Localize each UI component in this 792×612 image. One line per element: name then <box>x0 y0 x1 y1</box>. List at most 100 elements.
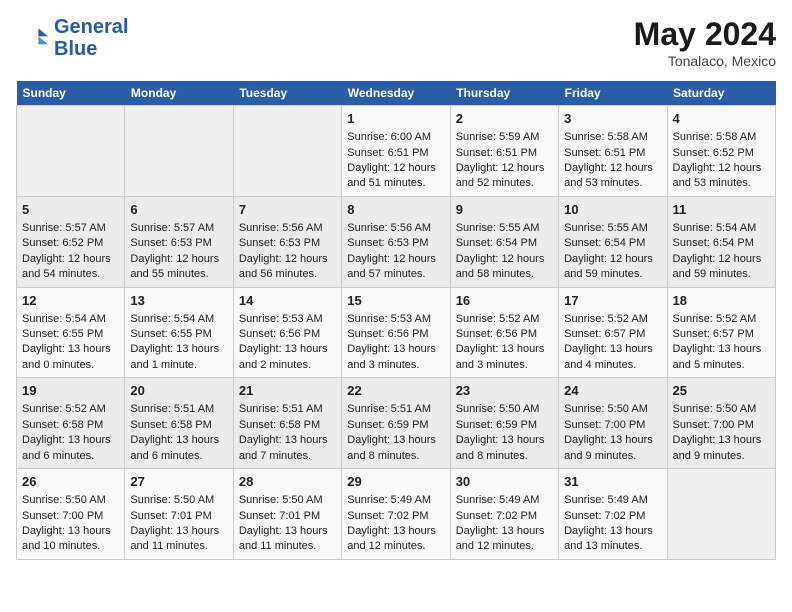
day-info: Sunset: 6:56 PM <box>456 327 553 342</box>
day-info: Daylight: 13 hours <box>347 342 444 357</box>
day-info: Sunrise: 5:52 AM <box>564 312 661 327</box>
day-number: 27 <box>130 473 227 491</box>
location: Tonalaco, Mexico <box>634 53 776 69</box>
day-info: Sunrise: 5:50 AM <box>22 493 119 508</box>
page-header: General Blue May 2024 Tonalaco, Mexico <box>16 16 776 69</box>
day-info: and 3 minutes. <box>347 358 444 373</box>
day-info: Sunrise: 5:50 AM <box>130 493 227 508</box>
day-number: 19 <box>22 382 119 400</box>
day-info: Daylight: 13 hours <box>564 524 661 539</box>
day-info: Sunset: 6:57 PM <box>564 327 661 342</box>
week-row-1: 1Sunrise: 6:00 AMSunset: 6:51 PMDaylight… <box>17 106 776 197</box>
day-info: Daylight: 13 hours <box>564 342 661 357</box>
calendar-cell: 20Sunrise: 5:51 AMSunset: 6:58 PMDayligh… <box>125 378 233 469</box>
calendar-cell: 16Sunrise: 5:52 AMSunset: 6:56 PMDayligh… <box>450 287 558 378</box>
calendar-cell: 15Sunrise: 5:53 AMSunset: 6:56 PMDayligh… <box>342 287 450 378</box>
day-info: Daylight: 12 hours <box>673 252 770 267</box>
day-number: 4 <box>673 110 770 128</box>
day-info: Sunrise: 5:52 AM <box>456 312 553 327</box>
calendar-cell: 21Sunrise: 5:51 AMSunset: 6:58 PMDayligh… <box>233 378 341 469</box>
day-info: and 12 minutes. <box>456 539 553 554</box>
day-number: 16 <box>456 292 553 310</box>
week-row-5: 26Sunrise: 5:50 AMSunset: 7:00 PMDayligh… <box>17 469 776 560</box>
day-number: 9 <box>456 201 553 219</box>
calendar-cell <box>125 106 233 197</box>
calendar-table: SundayMondayTuesdayWednesdayThursdayFrid… <box>16 81 776 560</box>
day-info: Daylight: 13 hours <box>130 524 227 539</box>
day-info: Sunrise: 5:56 AM <box>347 221 444 236</box>
day-number: 20 <box>130 382 227 400</box>
day-info: Sunrise: 5:51 AM <box>239 402 336 417</box>
calendar-cell: 27Sunrise: 5:50 AMSunset: 7:01 PMDayligh… <box>125 469 233 560</box>
day-info: Daylight: 13 hours <box>239 433 336 448</box>
day-info: and 8 minutes. <box>347 449 444 464</box>
day-info: Sunset: 6:57 PM <box>673 327 770 342</box>
calendar-cell <box>17 106 125 197</box>
day-info: and 7 minutes. <box>239 449 336 464</box>
day-info: Sunrise: 5:54 AM <box>130 312 227 327</box>
calendar-cell: 18Sunrise: 5:52 AMSunset: 6:57 PMDayligh… <box>667 287 775 378</box>
day-info: and 55 minutes. <box>130 267 227 282</box>
day-number: 3 <box>564 110 661 128</box>
calendar-cell: 31Sunrise: 5:49 AMSunset: 7:02 PMDayligh… <box>559 469 667 560</box>
calendar-cell: 10Sunrise: 5:55 AMSunset: 6:54 PMDayligh… <box>559 196 667 287</box>
day-info: Daylight: 12 hours <box>456 252 553 267</box>
calendar-cell: 28Sunrise: 5:50 AMSunset: 7:01 PMDayligh… <box>233 469 341 560</box>
day-info: and 59 minutes. <box>673 267 770 282</box>
calendar-cell: 26Sunrise: 5:50 AMSunset: 7:00 PMDayligh… <box>17 469 125 560</box>
day-info: and 52 minutes. <box>456 176 553 191</box>
calendar-cell <box>233 106 341 197</box>
day-info: Sunset: 6:55 PM <box>130 327 227 342</box>
day-info: Daylight: 12 hours <box>130 252 227 267</box>
calendar-cell: 7Sunrise: 5:56 AMSunset: 6:53 PMDaylight… <box>233 196 341 287</box>
day-info: Sunset: 6:51 PM <box>564 146 661 161</box>
calendar-cell: 25Sunrise: 5:50 AMSunset: 7:00 PMDayligh… <box>667 378 775 469</box>
day-number: 23 <box>456 382 553 400</box>
day-number: 21 <box>239 382 336 400</box>
calendar-cell: 13Sunrise: 5:54 AMSunset: 6:55 PMDayligh… <box>125 287 233 378</box>
day-info: Sunset: 6:52 PM <box>673 146 770 161</box>
day-info: and 53 minutes. <box>673 176 770 191</box>
calendar-cell: 12Sunrise: 5:54 AMSunset: 6:55 PMDayligh… <box>17 287 125 378</box>
day-info: and 11 minutes. <box>239 539 336 554</box>
day-info: Daylight: 12 hours <box>564 161 661 176</box>
day-number: 25 <box>673 382 770 400</box>
day-header-thursday: Thursday <box>450 81 558 106</box>
day-info: Sunset: 7:02 PM <box>347 509 444 524</box>
day-info: Sunrise: 6:00 AM <box>347 130 444 145</box>
day-info: and 0 minutes. <box>22 358 119 373</box>
title-block: May 2024 Tonalaco, Mexico <box>634 16 776 69</box>
day-number: 18 <box>673 292 770 310</box>
day-info: and 9 minutes. <box>564 449 661 464</box>
calendar-cell: 17 Sunrise: 5:52 AMSunset: 6:57 PMDayligh… <box>559 287 667 378</box>
day-info: Sunrise: 5:59 AM <box>456 130 553 145</box>
day-info: Sunrise: 5:50 AM <box>673 402 770 417</box>
day-info: Sunset: 6:59 PM <box>456 418 553 433</box>
day-info: Sunrise: 5:49 AM <box>564 493 661 508</box>
day-info: and 1 minute. <box>130 358 227 373</box>
calendar-cell: 8Sunrise: 5:56 AMSunset: 6:53 PMDaylight… <box>342 196 450 287</box>
calendar-cell: 1Sunrise: 6:00 AMSunset: 6:51 PMDaylight… <box>342 106 450 197</box>
day-info: Sunrise: 5:54 AM <box>22 312 119 327</box>
calendar-cell: 14Sunrise: 5:53 AMSunset: 6:56 PMDayligh… <box>233 287 341 378</box>
calendar-cell: 29Sunrise: 5:49 AMSunset: 7:02 PMDayligh… <box>342 469 450 560</box>
day-info: Sunset: 7:00 PM <box>22 509 119 524</box>
day-info: Daylight: 12 hours <box>347 252 444 267</box>
day-info: Daylight: 12 hours <box>564 252 661 267</box>
calendar-cell: 22Sunrise: 5:51 AMSunset: 6:59 PMDayligh… <box>342 378 450 469</box>
day-number: 17 <box>564 292 661 310</box>
day-info: Daylight: 13 hours <box>456 524 553 539</box>
calendar-cell: 19Sunrise: 5:52 AMSunset: 6:58 PMDayligh… <box>17 378 125 469</box>
day-info: and 12 minutes. <box>347 539 444 554</box>
logo: General Blue <box>16 16 128 60</box>
day-info: and 51 minutes. <box>347 176 444 191</box>
day-number: 10 <box>564 201 661 219</box>
day-header-saturday: Saturday <box>667 81 775 106</box>
day-info: Daylight: 13 hours <box>22 433 119 448</box>
day-info: Sunset: 6:51 PM <box>456 146 553 161</box>
day-info: Daylight: 13 hours <box>456 433 553 448</box>
day-info: and 10 minutes. <box>22 539 119 554</box>
calendar-cell: 4Sunrise: 5:58 AMSunset: 6:52 PMDaylight… <box>667 106 775 197</box>
day-number: 31 <box>564 473 661 491</box>
day-info: and 6 minutes. <box>22 449 119 464</box>
